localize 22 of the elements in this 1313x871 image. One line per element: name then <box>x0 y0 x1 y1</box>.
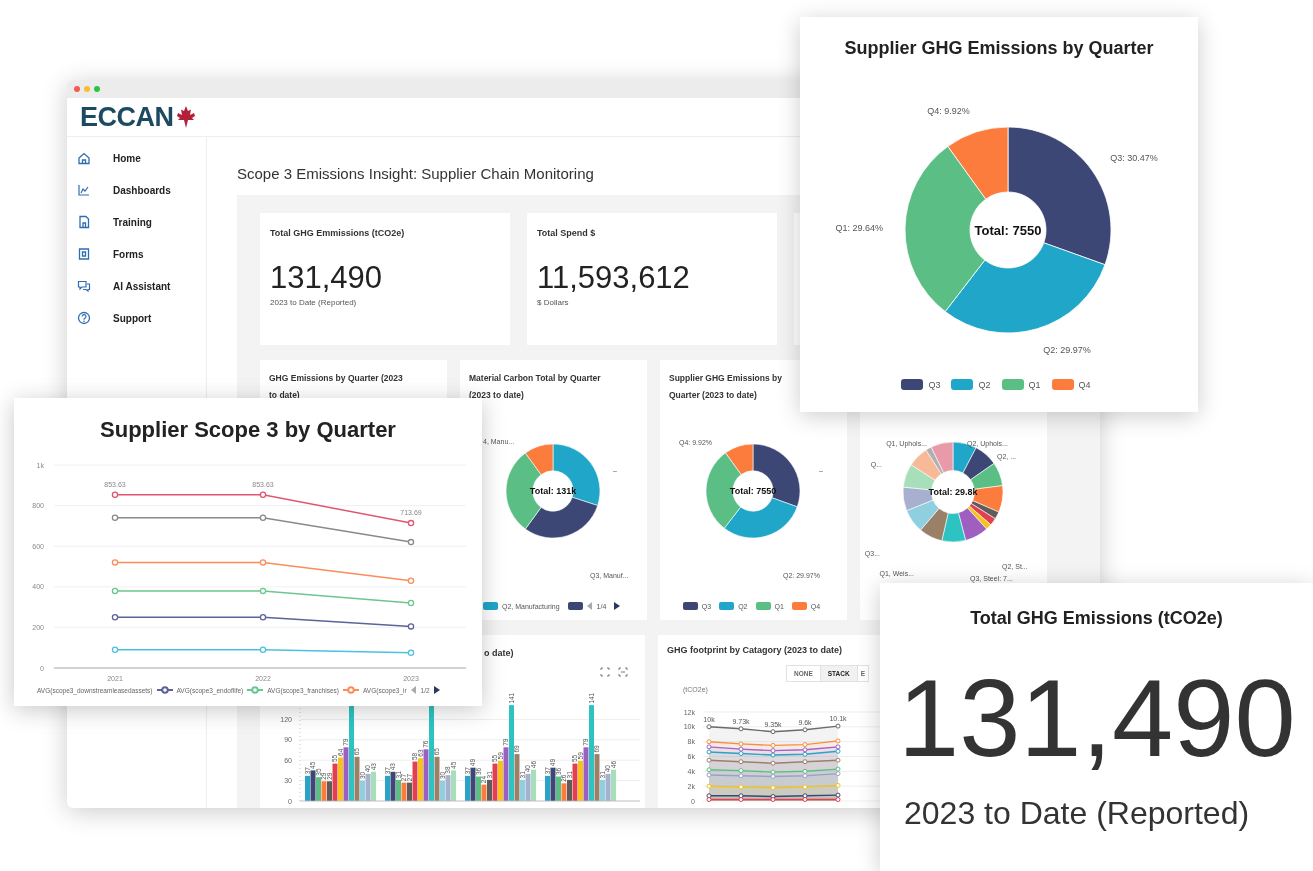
kpi-caption: 2023 to Date (Reported) <box>270 298 358 307</box>
kpi-value: 131,490 <box>898 663 1297 773</box>
slice-label: Q1: 29.64% <box>835 223 883 233</box>
slice-label: Q2: 29.97% <box>1043 344 1091 355</box>
kpi-title: Total GHG Emissions (tCO2e) <box>969 607 1224 629</box>
kpi-title: Total Spend $ <box>537 228 597 238</box>
kpi-caption: 2023 to Date (Reported) <box>904 795 1251 831</box>
card-title: Material Carbon Total by Quarter (2023 to date) <box>469 372 602 402</box>
card-title: o date) <box>484 648 514 658</box>
slice-label: Q4: 9.92% <box>927 106 970 116</box>
card-title: Supplier GHG Emissions by Quarter (2023 to date) <box>669 372 783 402</box>
card-title: GHG footprint by Catagory (2023 to date) <box>667 645 844 657</box>
donut-total: Total: 7550 <box>974 223 1042 238</box>
chart-title: Supplier Scope 3 by Quarter <box>99 416 397 443</box>
kpi-title: Total GHG Emmissions (tCO2e) <box>270 228 406 238</box>
kpi-caption: $ Dollars <box>537 298 570 307</box>
kpi-value: 11,593,612 <box>537 260 691 296</box>
slice-label: Q3: 30.47% <box>1110 153 1158 163</box>
page-title: Scope 3 Emissions Insight: Supplier Chain Monitoring <box>237 164 595 184</box>
logo-text: ECCAN <box>80 101 174 133</box>
chart-title: Supplier GHG Emissions by Quarter <box>843 37 1155 59</box>
kpi-value: 131,490 <box>270 260 384 296</box>
